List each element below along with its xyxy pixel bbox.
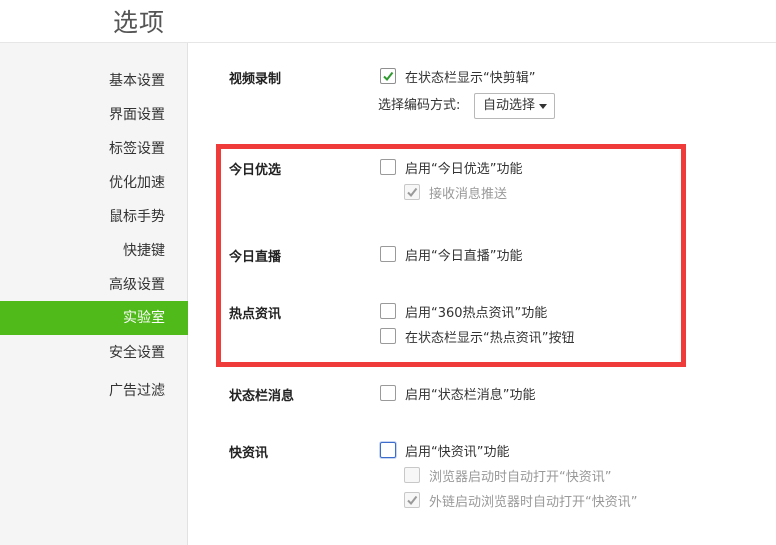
checkbox-open-on-external[interactable] — [404, 492, 420, 508]
sidebar: 基本设置 界面设置 标签设置 优化加速 鼠标手势 快捷键 高级设置 实验室 安全… — [0, 43, 188, 545]
section-title-statusbar-msg: 状态栏消息 — [229, 389, 295, 404]
checkmark-icon — [407, 495, 418, 506]
option-label: 在状态栏显示“热点资讯”按钮 — [405, 330, 575, 346]
section-title-quick-news: 快资讯 — [229, 446, 269, 461]
checkbox-receive-push[interactable] — [404, 184, 420, 200]
checkbox-enable-quick-news[interactable] — [380, 442, 396, 458]
option-enable-hot-news[interactable]: 启用“360热点资讯”功能 — [380, 301, 547, 321]
option-enable-quick-news[interactable]: 启用“快资讯”功能 — [380, 440, 509, 460]
sidebar-item-lab[interactable]: 实验室 — [0, 301, 188, 335]
option-label: 启用“今日直播”功能 — [405, 248, 523, 264]
sidebar-item-interface[interactable]: 界面设置 — [0, 98, 188, 132]
option-enable-statusbar-msg[interactable]: 启用“状态栏消息”功能 — [380, 383, 535, 403]
option-open-on-external[interactable]: 外链启动浏览器时自动打开“快资讯” — [404, 490, 637, 510]
option-enable-today-live[interactable]: 启用“今日直播”功能 — [380, 244, 522, 264]
codec-label: 选择编码方式: — [378, 98, 461, 113]
option-label: 启用“快资讯”功能 — [405, 444, 510, 460]
codec-select-value: 自动选择 — [483, 98, 536, 113]
sidebar-item-security[interactable]: 安全设置 — [0, 336, 188, 370]
checkmark-icon — [407, 187, 418, 198]
sidebar-item-ad-filter[interactable]: 广告过滤 — [0, 374, 188, 408]
checkbox-show-quick-edit[interactable] — [380, 68, 396, 84]
checkbox-enable-statusbar-msg[interactable] — [380, 385, 396, 401]
sidebar-item-optimize[interactable]: 优化加速 — [0, 166, 188, 200]
caret-down-icon — [539, 104, 547, 109]
checkbox-enable-today-live[interactable] — [380, 246, 396, 262]
option-receive-push[interactable]: 接收消息推送 — [404, 182, 507, 202]
checkbox-hot-news-button[interactable] — [380, 328, 396, 344]
option-label: 接收消息推送 — [429, 186, 508, 202]
sidebar-item-mouse-gesture[interactable]: 鼠标手势 — [0, 200, 188, 234]
sidebar-item-tabs[interactable]: 标签设置 — [0, 132, 188, 166]
option-label: 浏览器启动时自动打开“快资讯” — [429, 469, 612, 485]
checkbox-enable-today-pick[interactable] — [380, 159, 396, 175]
option-open-on-start[interactable]: 浏览器启动时自动打开“快资讯” — [404, 465, 611, 485]
option-hot-news-button[interactable]: 在状态栏显示“热点资讯”按钮 — [380, 326, 574, 346]
sidebar-item-basic[interactable]: 基本设置 — [0, 64, 188, 98]
codec-select[interactable]: 自动选择 — [474, 93, 555, 119]
option-label: 启用“状态栏消息”功能 — [405, 387, 536, 403]
option-label: 外链启动浏览器时自动打开“快资讯” — [429, 494, 638, 510]
option-label: 启用“360热点资讯”功能 — [405, 305, 548, 321]
section-title-today-live: 今日直播 — [229, 250, 282, 265]
section-title-hot-news: 热点资讯 — [229, 307, 282, 322]
page-title: 选项 — [113, 8, 166, 37]
option-label: 启用“今日优选”功能 — [405, 161, 523, 177]
settings-content: 视频录制 在状态栏显示“快剪辑” 选择编码方式: 自动选择 今日优选 启用“今日… — [189, 43, 776, 545]
section-title-today-pick: 今日优选 — [229, 163, 282, 178]
sidebar-item-shortcuts[interactable]: 快捷键 — [0, 234, 188, 268]
option-show-quick-edit[interactable]: 在状态栏显示“快剪辑” — [380, 66, 535, 86]
checkmark-icon — [383, 71, 394, 82]
header: 选项 — [0, 0, 776, 43]
checkbox-enable-hot-news[interactable] — [380, 303, 396, 319]
sidebar-item-advanced[interactable]: 高级设置 — [0, 268, 188, 302]
checkbox-open-on-start[interactable] — [404, 467, 420, 483]
options-page: 选项 基本设置 界面设置 标签设置 优化加速 鼠标手势 快捷键 高级设置 实验室… — [0, 0, 776, 545]
option-label: 在状态栏显示“快剪辑” — [405, 70, 536, 86]
section-title-video-record: 视频录制 — [229, 72, 282, 87]
option-enable-today-pick[interactable]: 启用“今日优选”功能 — [380, 157, 522, 177]
